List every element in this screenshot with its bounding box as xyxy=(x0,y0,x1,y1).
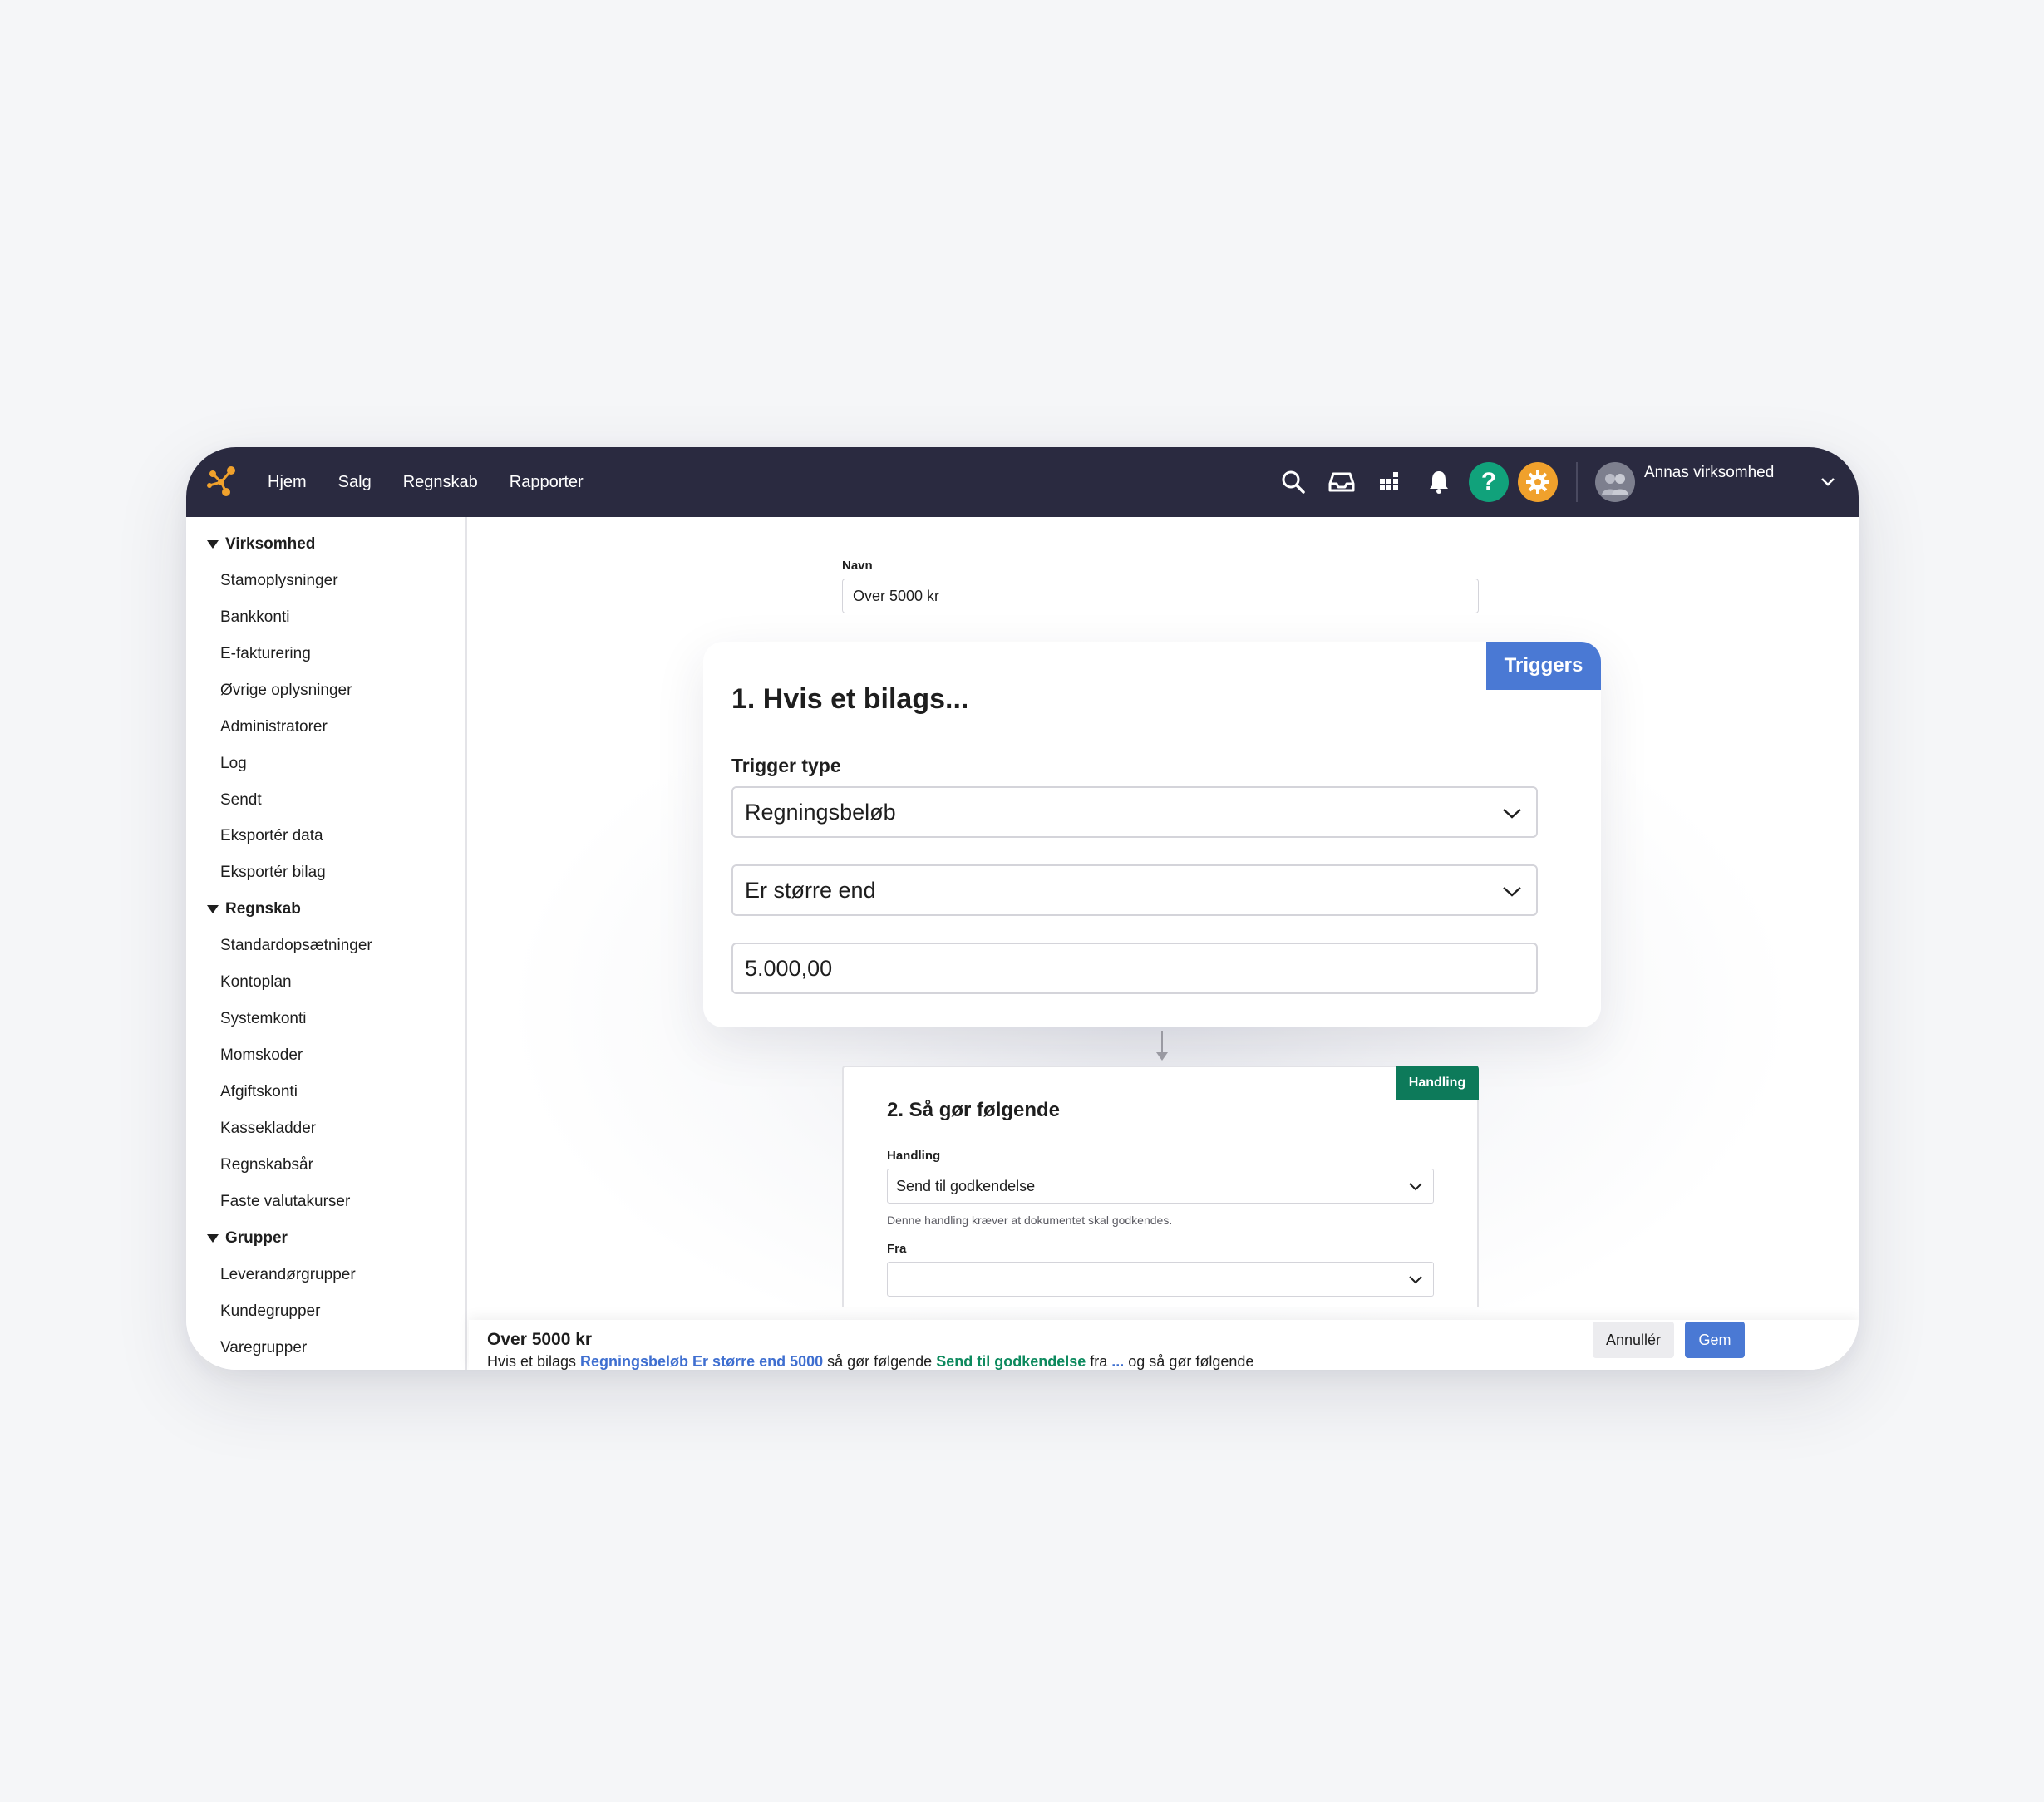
handling-hint: Denne handling kræver at dokumentet skal… xyxy=(887,1214,1173,1227)
triggers-badge: Triggers xyxy=(1486,642,1601,690)
sidebar-item-kundegrupper[interactable]: Kundegrupper xyxy=(220,1302,320,1321)
top-bar: Hjem Salg Regnskab Rapporter ? Annas vir… xyxy=(186,447,1859,517)
sidebar-item-regnskabsar[interactable]: Regnskabsår xyxy=(220,1156,313,1174)
summary-sentence: Hvis et bilags Regningsbeløb Er større e… xyxy=(487,1353,1253,1370)
summary-text: så gør følgende xyxy=(823,1353,937,1370)
sidebar-item-stamoplysninger[interactable]: Stamoplysninger xyxy=(220,572,338,590)
caret-down-icon xyxy=(207,905,219,913)
summary-text: fra xyxy=(1086,1353,1112,1370)
section-title: Grupper xyxy=(225,1229,288,1247)
trigger-type-label: Trigger type xyxy=(731,755,841,776)
sidebar-section-grupper[interactable]: Grupper xyxy=(207,1229,288,1248)
chevron-down-icon xyxy=(1503,809,1521,819)
main-nav: Hjem Salg Regnskab Rapporter xyxy=(268,447,584,517)
section-title: Regnskab xyxy=(225,900,301,918)
caret-down-icon xyxy=(207,1234,219,1243)
sidebar-item-bankkonti[interactable]: Bankkonti xyxy=(220,608,289,627)
topbar-divider xyxy=(1576,462,1578,502)
name-label: Navn xyxy=(842,559,873,573)
sidebar-section-regnskab[interactable]: Regnskab xyxy=(207,900,301,918)
summary-ellipsis: ... xyxy=(1111,1353,1125,1370)
sidebar-item-leverandorgrupper[interactable]: Leverandørgrupper xyxy=(220,1266,356,1284)
sidebar-section-virksomhed[interactable]: Virksomhed xyxy=(207,535,315,554)
sidebar-item-log[interactable]: Log xyxy=(220,755,247,773)
arrow-down-icon xyxy=(1156,1052,1168,1061)
summary-trigger: Regningsbeløb Er større end 5000 xyxy=(580,1353,824,1370)
sidebar-item-faste-valutakurser[interactable]: Faste valutakurser xyxy=(220,1193,350,1211)
sidebar: Virksomhed Stamoplysninger Bankkonti E-f… xyxy=(186,517,467,1370)
fra-select[interactable] xyxy=(887,1262,1434,1297)
sidebar-item-varegrupper[interactable]: Varegrupper xyxy=(220,1339,307,1357)
apps-grid-icon[interactable] xyxy=(1373,465,1406,499)
trigger-card: Triggers 1. Hvis et bilags... Trigger ty… xyxy=(703,642,1601,1027)
handling-select[interactable]: Send til godkendelse xyxy=(887,1169,1434,1204)
help-glyph: ? xyxy=(1480,468,1497,495)
company-name[interactable]: Annas virksomhed xyxy=(1644,464,1774,482)
sidebar-item-eksporter-bilag[interactable]: Eksportér bilag xyxy=(220,864,326,882)
sidebar-item-kassekladder[interactable]: Kassekladder xyxy=(220,1120,316,1138)
app-window: Hjem Salg Regnskab Rapporter ? Annas vir… xyxy=(186,447,1859,1370)
nav-regnskab[interactable]: Regnskab xyxy=(403,473,478,492)
sidebar-item-momskoder[interactable]: Momskoder xyxy=(220,1046,303,1065)
operator-select[interactable]: Er større end xyxy=(731,864,1538,916)
summary-action: Send til godkendelse xyxy=(936,1353,1086,1370)
chevron-down-icon xyxy=(1409,1183,1422,1191)
sidebar-item-kontoplan[interactable]: Kontoplan xyxy=(220,973,292,992)
avatar[interactable] xyxy=(1595,462,1635,502)
nav-rapporter[interactable]: Rapporter xyxy=(510,473,584,492)
nav-salg[interactable]: Salg xyxy=(338,473,372,492)
chevron-down-icon xyxy=(1409,1276,1422,1284)
chevron-down-icon[interactable] xyxy=(1819,472,1837,490)
chevron-down-icon xyxy=(1503,887,1521,897)
section-title: Virksomhed xyxy=(225,535,316,553)
trigger-type-select[interactable]: Regningsbeløb xyxy=(731,786,1538,838)
sidebar-item-administratorer[interactable]: Administratorer xyxy=(220,718,328,736)
sidebar-item-ovrige-oplysninger[interactable]: Øvrige oplysninger xyxy=(220,682,352,700)
handling-value: Send til godkendelse xyxy=(896,1177,1036,1194)
summary-text: Hvis et bilags xyxy=(487,1353,581,1370)
inbox-icon[interactable] xyxy=(1325,465,1358,499)
settings-icon[interactable] xyxy=(1518,462,1558,502)
name-input-value: Over 5000 kr xyxy=(853,587,940,604)
fra-label: Fra xyxy=(887,1242,907,1256)
help-icon[interactable]: ? xyxy=(1469,462,1509,502)
bell-icon[interactable] xyxy=(1422,465,1455,499)
sidebar-item-standardopsaetninger[interactable]: Standardopsætninger xyxy=(220,937,372,955)
sidebar-item-e-fakturering[interactable]: E-fakturering xyxy=(220,645,311,663)
sidebar-item-systemkonti[interactable]: Systemkonti xyxy=(220,1010,306,1028)
save-button[interactable]: Gem xyxy=(1685,1322,1745,1358)
main-content: Navn Over 5000 kr Triggers 1. Hvis et bi… xyxy=(469,517,1859,1370)
logo-icon[interactable] xyxy=(204,464,239,499)
sidebar-item-afgiftskonti[interactable]: Afgiftskonti xyxy=(220,1083,298,1101)
amount-value: 5.000,00 xyxy=(745,955,833,981)
summary-title: Over 5000 kr xyxy=(487,1330,593,1349)
action-title: 2. Så gør følgende xyxy=(887,1099,1061,1121)
name-input[interactable]: Over 5000 kr xyxy=(842,579,1479,613)
handling-badge: Handling xyxy=(1396,1066,1479,1100)
nav-hjem[interactable]: Hjem xyxy=(268,473,307,492)
action-card: Handling 2. Så gør følgende Handling Sen… xyxy=(842,1066,1479,1307)
sidebar-item-eksporter-data[interactable]: Eksportér data xyxy=(220,827,323,845)
trigger-type-value: Regningsbeløb xyxy=(745,799,896,825)
handling-label: Handling xyxy=(887,1149,941,1163)
trigger-title: 1. Hvis et bilags... xyxy=(731,683,969,715)
caret-down-icon xyxy=(207,540,219,549)
operator-value: Er større end xyxy=(745,877,876,903)
sidebar-item-sendt[interactable]: Sendt xyxy=(220,791,262,810)
summary-text: og så gør følgende xyxy=(1124,1353,1254,1370)
cancel-button[interactable]: Annullér xyxy=(1593,1322,1674,1358)
amount-input[interactable]: 5.000,00 xyxy=(731,943,1538,994)
search-icon[interactable] xyxy=(1277,465,1310,499)
